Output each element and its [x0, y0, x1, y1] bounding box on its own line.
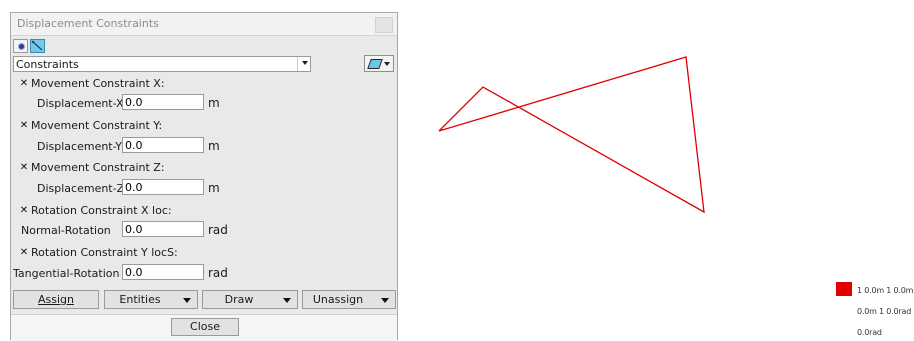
close-button[interactable]: Close: [171, 318, 239, 336]
field-label: Tangential-Rotation: [13, 267, 120, 280]
unit-label: m: [208, 139, 220, 153]
chevron-down-icon: [384, 62, 390, 66]
legend-text-line-2: 0.0m 1 0.0rad 1: [857, 307, 914, 316]
checkbox-label: Movement Constraint X:: [31, 77, 165, 90]
field-label: Displacement-X: [37, 97, 124, 110]
unassign-label: Unassign: [312, 293, 364, 306]
unit-label: m: [208, 181, 220, 195]
draw-button[interactable]: Draw: [202, 290, 298, 309]
displacement-constraints-dialog: Displacement Constraints Constraints ✕ M…: [10, 12, 398, 341]
line-tool-icon[interactable]: [30, 39, 45, 53]
checkbox-label: Rotation Constraint Y locS:: [31, 246, 178, 259]
chevron-down-icon: [302, 61, 308, 65]
unassign-button[interactable]: Unassign: [302, 290, 396, 309]
entities-button[interactable]: Entities: [104, 290, 198, 309]
window-close-button[interactable]: [375, 17, 393, 33]
tangential-rotation-input[interactable]: [122, 264, 204, 280]
checkbox-label: Rotation Constraint X loc:: [31, 204, 172, 217]
displacement-x-input[interactable]: [122, 94, 204, 110]
close-label: Close: [190, 320, 220, 333]
displacement-z-input[interactable]: [122, 179, 204, 195]
point-tool-icon[interactable]: [13, 39, 28, 53]
dialog-title: Displacement Constraints: [17, 17, 159, 30]
dialog-titlebar[interactable]: Displacement Constraints: [11, 13, 397, 36]
checkbox-label: Movement Constraint Z:: [31, 161, 165, 174]
layer-icon: [367, 59, 383, 69]
chevron-down-icon: [283, 298, 291, 303]
legend-color-swatch: [836, 282, 852, 296]
geometry-line-1: [438, 56, 705, 214]
normal-rotation-input[interactable]: [122, 221, 204, 237]
field-label: Displacement-Y: [37, 140, 123, 153]
unit-label: m: [208, 96, 220, 110]
legend-text-line-1: 1 0.0m 1 0.0m 1: [857, 286, 914, 295]
field-label: Normal-Rotation: [21, 224, 111, 237]
unit-label: rad: [208, 223, 228, 237]
condition-combo[interactable]: Constraints: [13, 56, 311, 72]
unit-label: rad: [208, 266, 228, 280]
displacement-y-input[interactable]: [122, 137, 204, 153]
checkbox-label: Movement Constraint Y:: [31, 119, 163, 132]
checkbox-rotation-y[interactable]: ✕: [19, 248, 29, 258]
assign-label: Assign: [38, 293, 74, 306]
checkbox-movement-z[interactable]: ✕: [19, 163, 29, 173]
entities-label: Entities: [119, 293, 161, 306]
draw-label: Draw: [224, 293, 254, 306]
condition-combo-value: Constraints: [16, 58, 79, 71]
legend-text-line-3: 0.0rad: [857, 328, 882, 337]
chevron-down-icon: [381, 298, 389, 303]
assign-button[interactable]: Assign: [13, 290, 99, 309]
checkbox-rotation-x[interactable]: ✕: [19, 206, 29, 216]
layer-select-button[interactable]: [364, 55, 394, 72]
checkbox-movement-x[interactable]: ✕: [19, 79, 29, 89]
chevron-down-icon: [183, 298, 191, 303]
action-button-row: Assign Entities Draw Unassign: [11, 289, 397, 313]
line-glyph-icon: [31, 40, 43, 51]
checkbox-movement-y[interactable]: ✕: [19, 121, 29, 131]
field-label: Displacement-Z: [37, 182, 125, 195]
